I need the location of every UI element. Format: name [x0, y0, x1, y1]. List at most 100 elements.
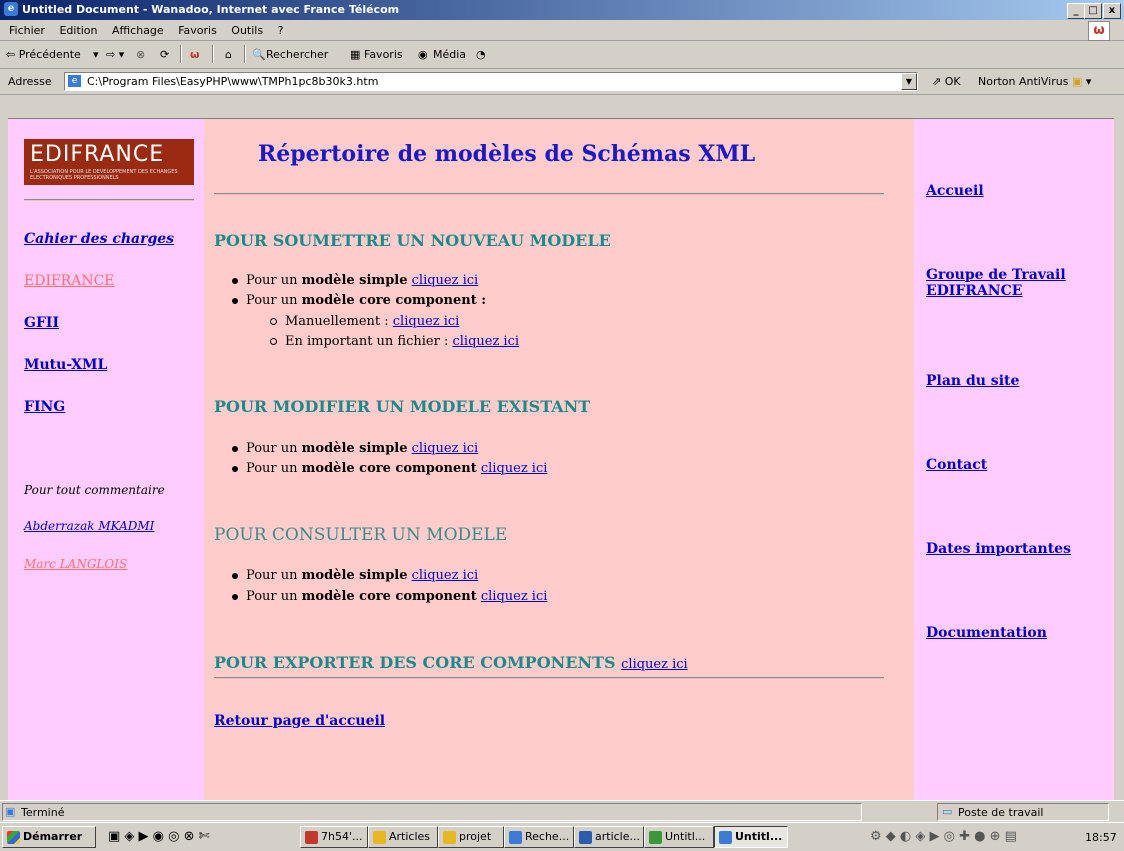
done-page-icon: ▣ [5, 805, 16, 818]
start-label: Démarrer [23, 830, 83, 843]
submit-simple-item: Pour un modèle simple cliquez ici [232, 273, 478, 288]
page-title: Répertoire de modèles de Schémas XML [258, 141, 756, 167]
consult-heading: POUR CONSULTER UN MODELE [214, 525, 508, 545]
go-button[interactable]: ⇗ OK [932, 75, 961, 88]
consult-simple-item: Pour un modèle simple cliquez ici [232, 568, 478, 583]
task-label: 7h54'... [321, 830, 363, 843]
left-link-gfii[interactable]: GFII [24, 315, 59, 331]
stop-icon[interactable]: ⊗ [136, 48, 145, 61]
left-link-cahier[interactable]: Cahier des charges [24, 231, 174, 247]
search-button[interactable]: Rechercher [266, 48, 328, 61]
menu-fichier[interactable]: Fichier [9, 24, 45, 37]
maximize-button[interactable]: □ [1084, 3, 1102, 19]
right-link-plan[interactable]: Plan du site [926, 373, 1019, 389]
back-home-link[interactable]: Retour page d'accueil [214, 713, 385, 729]
back-button[interactable]: ⇦ Précédente [6, 48, 81, 61]
norton-antivirus-button[interactable]: Norton AntiVirus ▣ ▾ [978, 75, 1091, 88]
bullet [232, 465, 238, 472]
contact-mkadmi-link[interactable]: Abderrazak MKADMI [24, 519, 154, 533]
norton-icon: ▣ [1071, 75, 1083, 88]
item-bold: modèle core component [301, 589, 477, 604]
logo-name: EDIFRANCE [30, 142, 165, 167]
task-label: Untitl... [735, 830, 783, 843]
window-title: Untitled Document - Wanadoo, Internet av… [22, 3, 400, 16]
task-untitled-1[interactable]: Untitl... [644, 826, 714, 848]
menu-affichage[interactable]: Affichage [112, 24, 164, 37]
start-button[interactable]: Démarrer [2, 826, 96, 848]
item-prefix: Pour un [246, 589, 302, 604]
task-reche[interactable]: Reche... [504, 826, 574, 848]
menu-edition[interactable]: Edition [59, 24, 97, 37]
refresh-icon[interactable]: ⟳ [160, 48, 169, 61]
top-divider [214, 193, 884, 195]
right-link-documentation[interactable]: Documentation [926, 625, 1047, 641]
page-viewport[interactable]: EDIFRANCE L'ASSOCIATION POUR LE DEVELOPP… [8, 118, 1114, 801]
taskbar: Démarrer ▣ ◈ ▶ ◉ ◎ ⊗ ✄ 7h54'... Articles… [0, 822, 1124, 851]
right-link-dates[interactable]: Dates importantes [926, 541, 1071, 557]
back-dropdown-icon[interactable]: ▾ [93, 48, 99, 61]
task-label: article... [595, 830, 640, 843]
edifrance-logo[interactable]: EDIFRANCE L'ASSOCIATION POUR LE DEVELOPP… [24, 139, 194, 185]
right-link-accueil[interactable]: Accueil [926, 183, 984, 199]
zone-panel: ▭ Poste de travail [937, 803, 1109, 821]
address-dropdown-icon[interactable]: ▼ [901, 73, 917, 90]
forward-button[interactable]: ⇨ ▾ [106, 48, 124, 61]
address-label: Adresse [8, 75, 52, 88]
address-input[interactable]: e C:\Program Files\EasyPHP\www\TMPh1pc8b… [64, 72, 918, 91]
task-7h54[interactable]: 7h54'... [300, 826, 368, 848]
export-heading-text: POUR EXPORTER DES CORE COMPONENTS [214, 653, 616, 672]
task-articles[interactable]: Articles [368, 826, 438, 848]
modify-core-item: Pour un modèle core component cliquez ic… [232, 461, 547, 476]
modify-core-link[interactable]: cliquez ici [481, 461, 548, 476]
menu-favoris[interactable]: Favoris [178, 24, 217, 37]
menu-help[interactable]: ? [278, 24, 284, 37]
item-bold: modèle simple [301, 568, 408, 583]
home-icon[interactable]: ⌂ [225, 48, 232, 61]
submit-import-link[interactable]: cliquez ici [452, 334, 519, 349]
item-bold: modèle simple [301, 441, 408, 456]
status-text: Terminé [21, 806, 65, 819]
right-link-groupe[interactable]: Groupe de Travail EDIFRANCE [926, 267, 1096, 299]
submit-simple-link[interactable]: cliquez ici [412, 273, 479, 288]
task-article[interactable]: article... [574, 826, 644, 848]
left-link-mutu-xml[interactable]: Mutu-XML [24, 357, 107, 373]
contact-langlois-link[interactable]: Marc LANGLOIS [24, 557, 127, 571]
menu-outils[interactable]: Outils [231, 24, 263, 37]
right-link-contact[interactable]: Contact [926, 457, 987, 473]
clock: 18:57 [1085, 831, 1117, 844]
export-link[interactable]: cliquez ici [621, 657, 688, 672]
media-button[interactable]: Média [433, 48, 466, 61]
logo-tagline: L'ASSOCIATION POUR LE DEVELOPPEMENT DES … [30, 169, 178, 181]
bottom-divider [214, 677, 884, 679]
favorites-button[interactable]: Favoris [364, 48, 403, 61]
bullet [232, 277, 238, 284]
consult-core-link[interactable]: cliquez ici [481, 589, 548, 604]
wanadoo-icon[interactable]: ω [190, 48, 200, 61]
windows-logo-icon [7, 830, 20, 844]
history-icon[interactable]: ◔ [476, 48, 486, 61]
task-projet[interactable]: projet [438, 826, 504, 848]
task-untitled-active[interactable]: Untitl... [714, 826, 788, 848]
circle-bullet [270, 338, 277, 345]
wanadoo-task-icon [305, 830, 318, 844]
title-bar[interactable]: e Untitled Document - Wanadoo, Internet … [0, 0, 1124, 20]
quick-launch-icons[interactable]: ▣ ◈ ▶ ◉ ◎ ⊗ ✄ [108, 829, 210, 844]
submit-manual-link[interactable]: cliquez ici [393, 314, 460, 329]
go-label: OK [944, 75, 961, 88]
item-prefix: Pour un [246, 568, 302, 583]
bullet [232, 445, 238, 452]
submit-import-item: En important un fichier : cliquez ici [270, 334, 519, 349]
status-bar: ▣ Terminé ▭ Poste de travail [0, 800, 1124, 821]
page-icon: e [68, 75, 81, 87]
close-button[interactable]: x [1103, 3, 1121, 19]
consult-simple-link[interactable]: cliquez ici [412, 568, 479, 583]
task-label: Articles [389, 830, 431, 843]
zone-text: Poste de travail [958, 806, 1044, 819]
minimize-button[interactable]: _ [1067, 3, 1085, 19]
left-link-fing[interactable]: FING [24, 399, 65, 415]
media-icon: ◉ [418, 48, 428, 61]
system-tray-icons[interactable]: ⚙ ◆ ◐ ◈ ▶ ◎ ✚ ● ⊕ ▤ [870, 829, 1017, 844]
item-prefix: Pour un [246, 273, 302, 288]
modify-simple-link[interactable]: cliquez ici [412, 441, 479, 456]
left-link-edifrance[interactable]: EDIFRANCE [24, 273, 115, 289]
